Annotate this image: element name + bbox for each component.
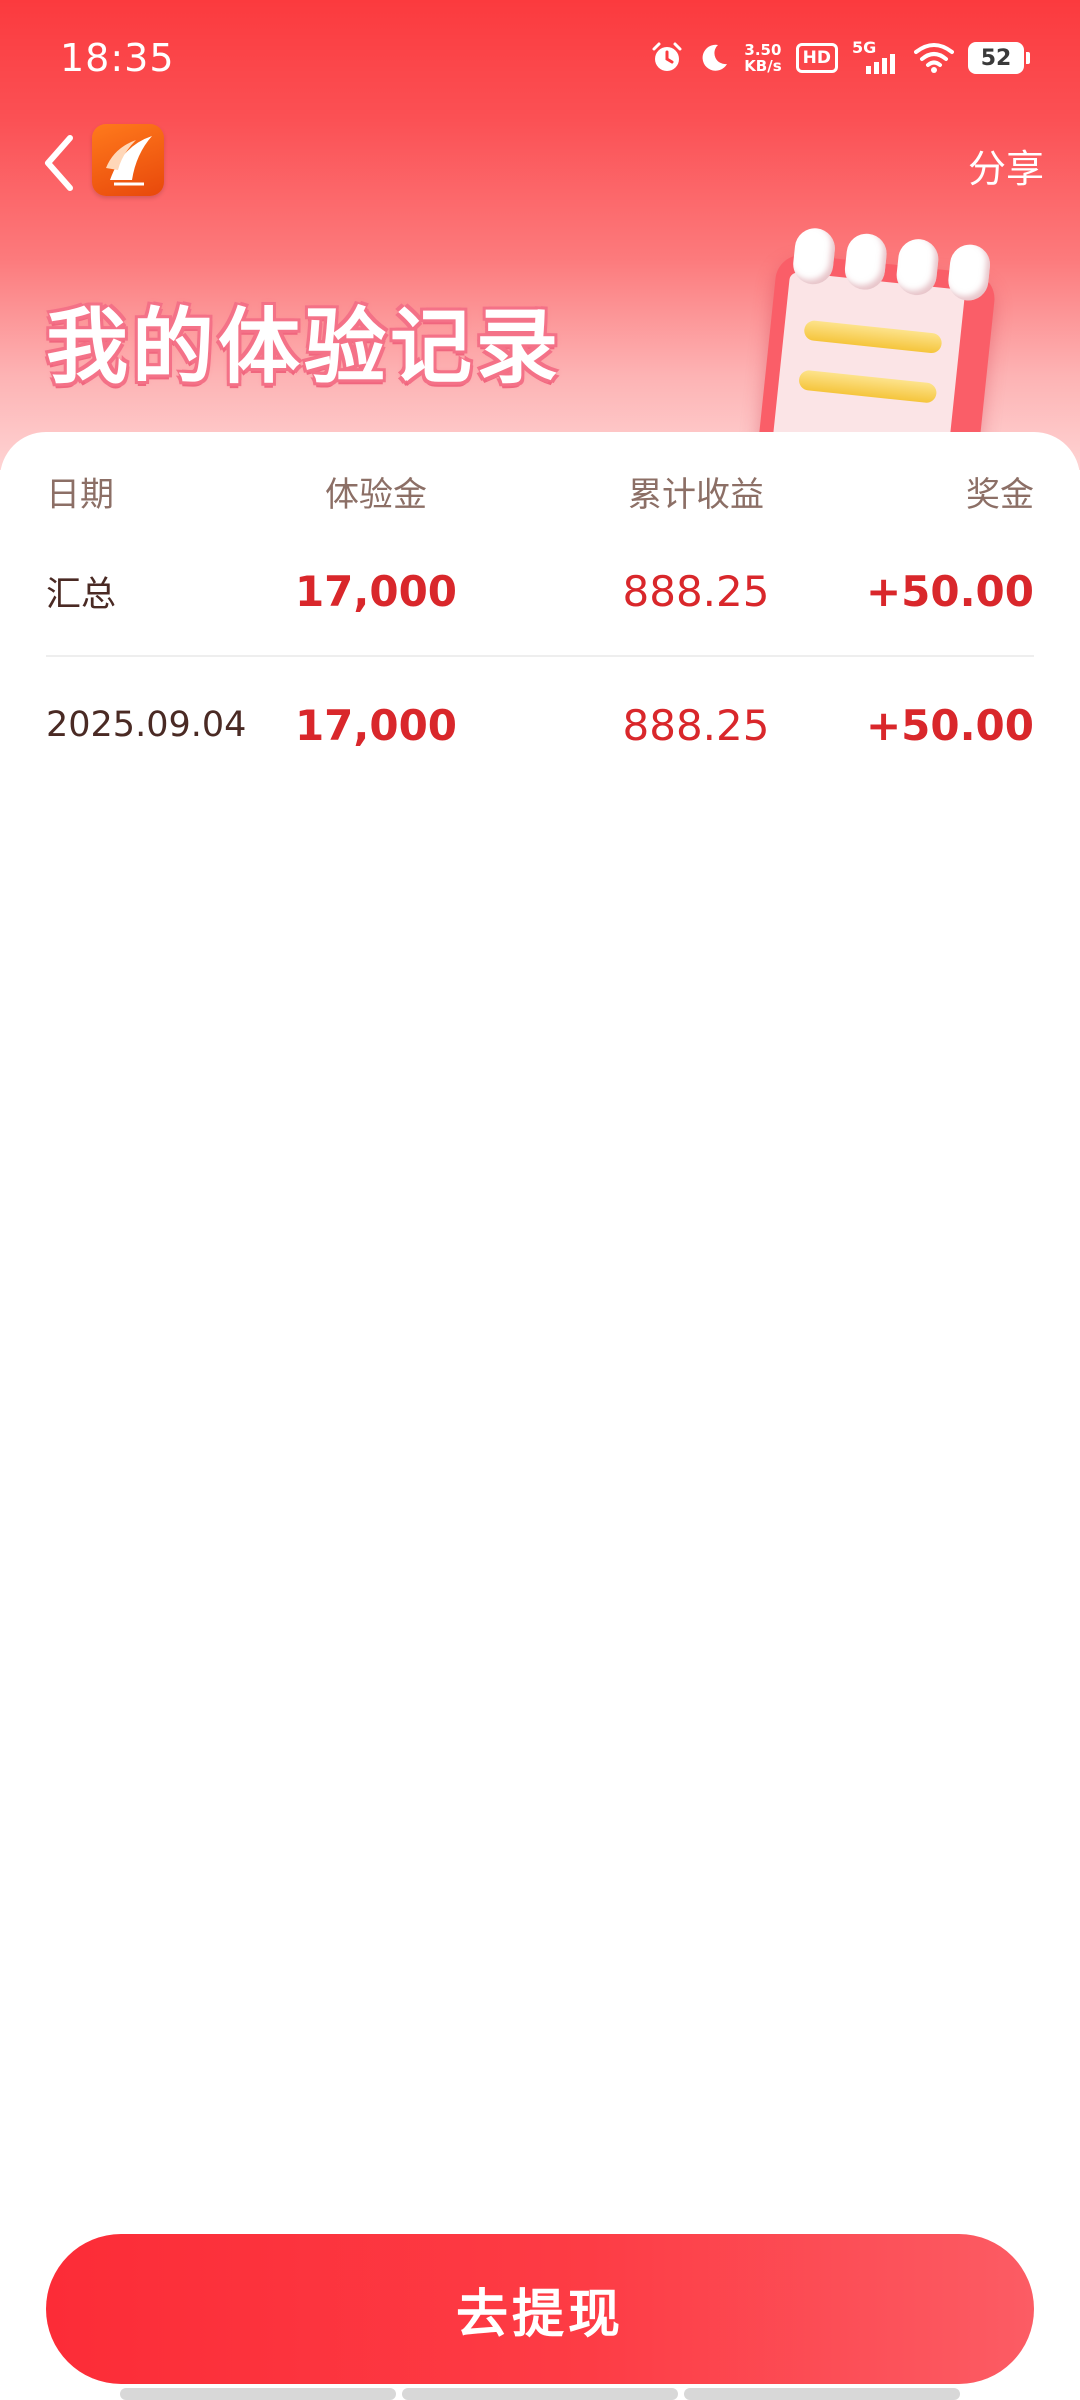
row-date: 汇总 (46, 574, 117, 615)
row-divider (46, 655, 1034, 657)
row-earnings: 888.25 (622, 700, 770, 750)
table-row: 2025.09.04 17,000 888.25 +50.00 (46, 680, 1034, 770)
row-date: 2025.09.04 (46, 705, 247, 745)
row-bonus: +50.00 (865, 700, 1034, 750)
page-title: 我的体验记录 (46, 300, 563, 395)
table-header: 日期 体验金 累计收益 奖金 (46, 446, 1034, 536)
home-indicator (120, 2388, 960, 2400)
column-header-date: 日期 (46, 474, 114, 515)
withdraw-button[interactable]: 去提现 (46, 2234, 1034, 2384)
column-header-earnings: 累计收益 (628, 474, 764, 515)
status-bar: 18:35 3.50 KB/s HD 5G 52 (0, 0, 1080, 120)
row-bonus: +50.00 (865, 566, 1034, 616)
share-button[interactable]: 分享 (968, 138, 1044, 193)
row-earnings: 888.25 (622, 566, 770, 616)
page: 18:35 3.50 KB/s HD 5G 52 分享 我的体验记录 日期 体验… (0, 0, 1080, 2400)
chevron-left-icon (45, 135, 73, 191)
signal-icon: 5G (852, 38, 900, 78)
app-logo-icon (92, 124, 164, 196)
column-header-bonus: 奖金 (966, 474, 1034, 515)
moon-icon (698, 42, 730, 74)
battery-icon: 52 (968, 42, 1030, 74)
status-icons: 3.50 KB/s HD 5G 52 (650, 36, 1030, 80)
hd-badge: HD (795, 43, 838, 73)
status-time: 18:35 (60, 36, 175, 80)
column-header-amount: 体验金 (325, 474, 427, 515)
row-amount: 17,000 (294, 700, 458, 750)
wifi-icon (914, 42, 954, 74)
alarm-icon (650, 41, 684, 75)
network-speed-unit: KB/s (744, 57, 782, 75)
row-amount: 17,000 (294, 566, 458, 616)
back-button[interactable] (34, 128, 90, 198)
network-speed: 3.50 KB/s (744, 42, 781, 74)
table-row-summary: 汇总 17,000 888.25 +50.00 (46, 546, 1034, 636)
network-speed-value: 3.50 (744, 41, 782, 59)
